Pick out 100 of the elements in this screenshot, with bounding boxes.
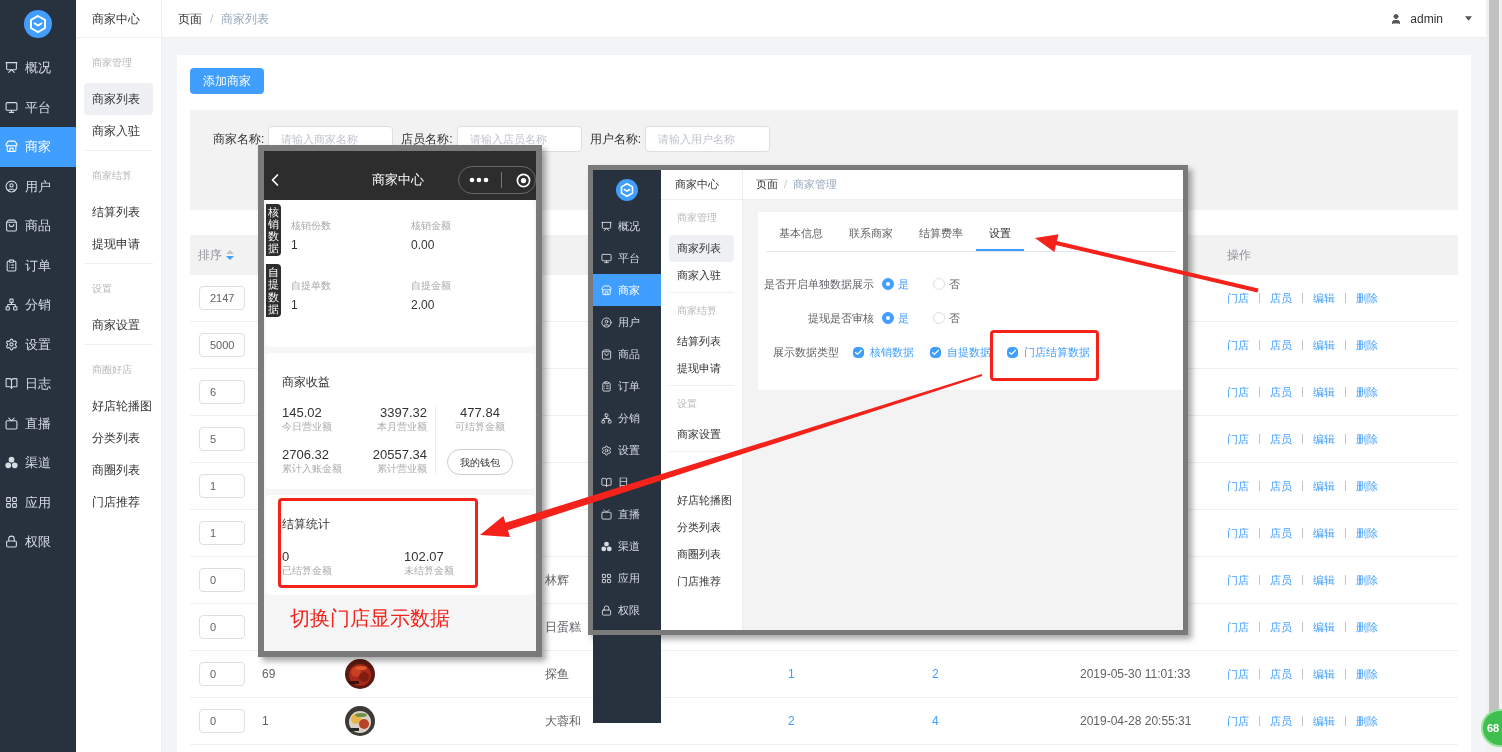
checkbox[interactable] bbox=[1007, 346, 1018, 358]
sidebar-item[interactable]: 商品 bbox=[0, 206, 76, 246]
tab[interactable]: 结算费率 bbox=[906, 218, 976, 251]
table-cell: 大蓉和 bbox=[545, 714, 581, 728]
sidebar-item[interactable]: 用户 bbox=[593, 306, 661, 338]
submenu-item[interactable]: 商家设置 bbox=[84, 309, 153, 341]
form-label: 提现是否审核 bbox=[808, 310, 874, 326]
wallet-button[interactable]: 我的钱包 bbox=[447, 449, 513, 475]
submenu-item[interactable]: 提现申请 bbox=[669, 355, 734, 382]
sidebar-item[interactable]: 概况 bbox=[0, 48, 76, 88]
checkbox[interactable] bbox=[930, 346, 941, 358]
submenu-item[interactable]: 分类列表 bbox=[669, 514, 734, 541]
stat-value: 20557.34 bbox=[372, 447, 427, 463]
scrollbar[interactable] bbox=[1486, 0, 1502, 752]
sort-field[interactable]: 5000 bbox=[199, 333, 245, 357]
table-cell: 69 bbox=[262, 667, 276, 681]
sidebar-item[interactable]: 商品 bbox=[593, 338, 661, 370]
group-label: 商圈好店 bbox=[92, 362, 132, 377]
sidebar-item[interactable]: 平台 bbox=[593, 242, 661, 274]
sidebar-item[interactable]: 用户 bbox=[0, 166, 76, 206]
radio-button[interactable] bbox=[882, 278, 894, 290]
submenu-item[interactable]: 商家入驻 bbox=[84, 115, 153, 147]
sort-icon[interactable] bbox=[226, 250, 234, 260]
sort-field[interactable]: 5 bbox=[199, 427, 245, 451]
stat-value: 0 bbox=[282, 549, 291, 565]
radio-option[interactable]: 否 bbox=[933, 275, 984, 293]
sidebar-item[interactable]: 渠道 bbox=[0, 443, 76, 483]
submenu-item[interactable]: 商家列表 bbox=[669, 235, 734, 262]
tab[interactable]: 设置 bbox=[976, 218, 1024, 251]
tab[interactable]: 基本信息 bbox=[766, 218, 836, 251]
group-label: 商家管理 bbox=[92, 55, 132, 70]
submenu-item[interactable]: 门店推荐 bbox=[84, 486, 153, 518]
sidebar-item[interactable]: 直播 bbox=[593, 498, 661, 530]
submenu-item[interactable]: 商家列表 bbox=[84, 83, 153, 115]
filter-label: 用户名称: bbox=[589, 131, 642, 148]
sort-field[interactable]: 2147 bbox=[199, 286, 245, 310]
sidebar-item[interactable]: 日志 bbox=[0, 364, 76, 404]
radio-button[interactable] bbox=[882, 312, 894, 324]
submenu-item[interactable]: 结算列表 bbox=[84, 196, 153, 228]
table-cell: 4 bbox=[932, 714, 939, 728]
submenu-item[interactable]: 分类列表 bbox=[84, 422, 153, 454]
circles-icon bbox=[5, 456, 18, 470]
sidebar-item[interactable]: 分销 bbox=[0, 285, 76, 325]
sidebar-item[interactable]: 设置 bbox=[0, 324, 76, 364]
sidebar-item[interactable]: 平台 bbox=[0, 87, 76, 127]
sort-field[interactable]: 6 bbox=[199, 380, 245, 404]
stat-label: 累计营业额 bbox=[377, 463, 427, 475]
stat-value: 2706.32 bbox=[282, 447, 330, 463]
user-icon bbox=[601, 316, 612, 328]
sidebar-item[interactable]: 设置 bbox=[593, 434, 661, 466]
table-cell: 2019-05-30 11:01:33 bbox=[1080, 667, 1191, 681]
stat-value: 102.07 bbox=[404, 549, 445, 565]
group-label: 商家结算 bbox=[92, 168, 132, 183]
sidebar-item[interactable]: 订单 bbox=[0, 245, 76, 285]
table-cell: 探鱼 bbox=[545, 667, 569, 681]
sidebar-item[interactable]: 分销 bbox=[593, 402, 661, 434]
sidebar-item[interactable]: 订单 bbox=[593, 370, 661, 402]
user-menu[interactable]: admin bbox=[1390, 9, 1472, 28]
stat-value: 477.84 bbox=[460, 405, 500, 421]
submenu-item[interactable]: 商家设置 bbox=[669, 421, 734, 448]
submenu-item[interactable]: 好店轮播图 bbox=[84, 390, 153, 422]
sort-field[interactable]: 0 bbox=[199, 568, 245, 592]
stat-label: 累计入账金额 bbox=[282, 463, 343, 475]
stat-value: 2.00 bbox=[411, 297, 436, 315]
stat-label: 本月营业额 bbox=[377, 421, 427, 433]
sidebar-item[interactable]: 概况 bbox=[593, 210, 661, 242]
sidebar-item[interactable]: 权限 bbox=[593, 594, 661, 626]
submenu-item[interactable]: 结算列表 bbox=[669, 328, 734, 355]
submenu-item[interactable]: 商家入驻 bbox=[669, 262, 734, 289]
annotation-caption: 切换门店显示数据 bbox=[290, 607, 450, 629]
sort-field[interactable]: 0 bbox=[199, 662, 245, 686]
tab[interactable]: 联系商家 bbox=[836, 218, 906, 251]
group-label: 商家管理 bbox=[677, 210, 717, 225]
sidebar-item[interactable]: 直播 bbox=[0, 403, 76, 443]
radio-option[interactable]: 否 bbox=[933, 309, 984, 327]
sidebar-item[interactable]: 权限 bbox=[0, 522, 76, 562]
sidebar-item[interactable]: 应用 bbox=[593, 562, 661, 594]
submenu-item[interactable]: 门店推荐 bbox=[669, 568, 734, 595]
breadcrumb-item[interactable]: 页面 bbox=[178, 9, 202, 28]
stat-label: 自提单数 bbox=[291, 279, 332, 294]
sidebar-item[interactable]: 渠道 bbox=[593, 530, 661, 562]
section-tag: 自提数据 bbox=[266, 264, 281, 317]
submenu-item[interactable]: 商圈列表 bbox=[669, 541, 734, 568]
presentation-icon bbox=[601, 220, 612, 232]
breadcrumb-item[interactable]: 页面 bbox=[756, 176, 778, 193]
submenu-item[interactable]: 提现申请 bbox=[84, 228, 153, 260]
table-cell: 2 bbox=[932, 667, 939, 681]
checkbox[interactable] bbox=[853, 346, 864, 358]
sidebar-item[interactable]: 应用 bbox=[0, 482, 76, 522]
sort-field[interactable]: 0 bbox=[199, 615, 245, 639]
store-icon bbox=[5, 140, 18, 154]
logo-icon bbox=[24, 10, 52, 38]
submenu-item[interactable]: 好店轮播图 bbox=[669, 487, 734, 514]
stat-value: 0.00 bbox=[411, 237, 436, 254]
breadcrumb-separator: / bbox=[210, 10, 214, 28]
sort-field[interactable]: 1 bbox=[199, 521, 245, 545]
submenu-item[interactable]: 商圈列表 bbox=[84, 454, 153, 486]
sort-field[interactable]: 0 bbox=[199, 709, 245, 733]
sort-field[interactable]: 1 bbox=[199, 474, 245, 498]
presentation-icon bbox=[5, 61, 18, 75]
